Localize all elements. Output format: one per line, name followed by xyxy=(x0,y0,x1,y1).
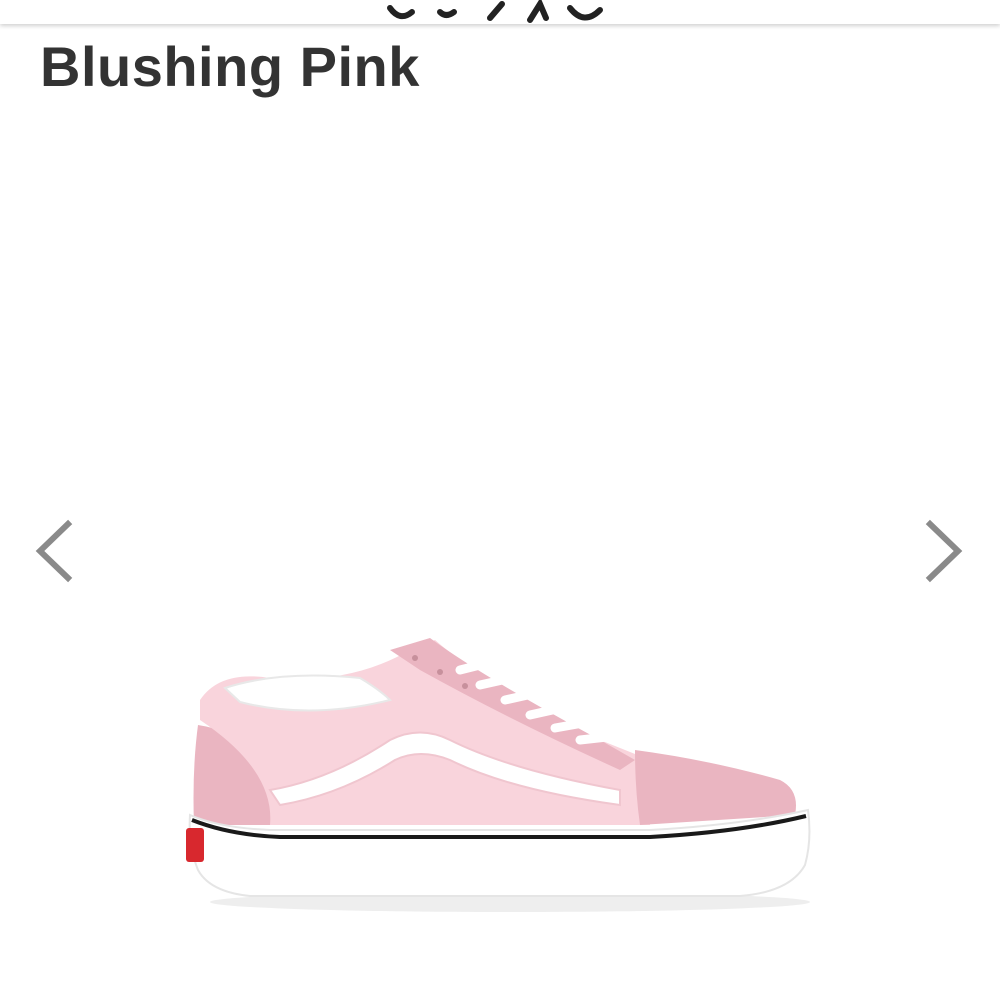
brand-logo[interactable] xyxy=(380,0,620,24)
carousel-prev-button[interactable] xyxy=(32,518,76,584)
chevron-right-icon xyxy=(925,519,963,583)
product-page: Blushing Pink xyxy=(0,0,1000,1000)
header-bar xyxy=(0,0,1000,24)
carousel-next-button[interactable] xyxy=(922,518,966,584)
product-title: Blushing Pink xyxy=(40,35,420,98)
chevron-left-icon xyxy=(35,519,73,583)
sneaker-image xyxy=(186,638,811,912)
